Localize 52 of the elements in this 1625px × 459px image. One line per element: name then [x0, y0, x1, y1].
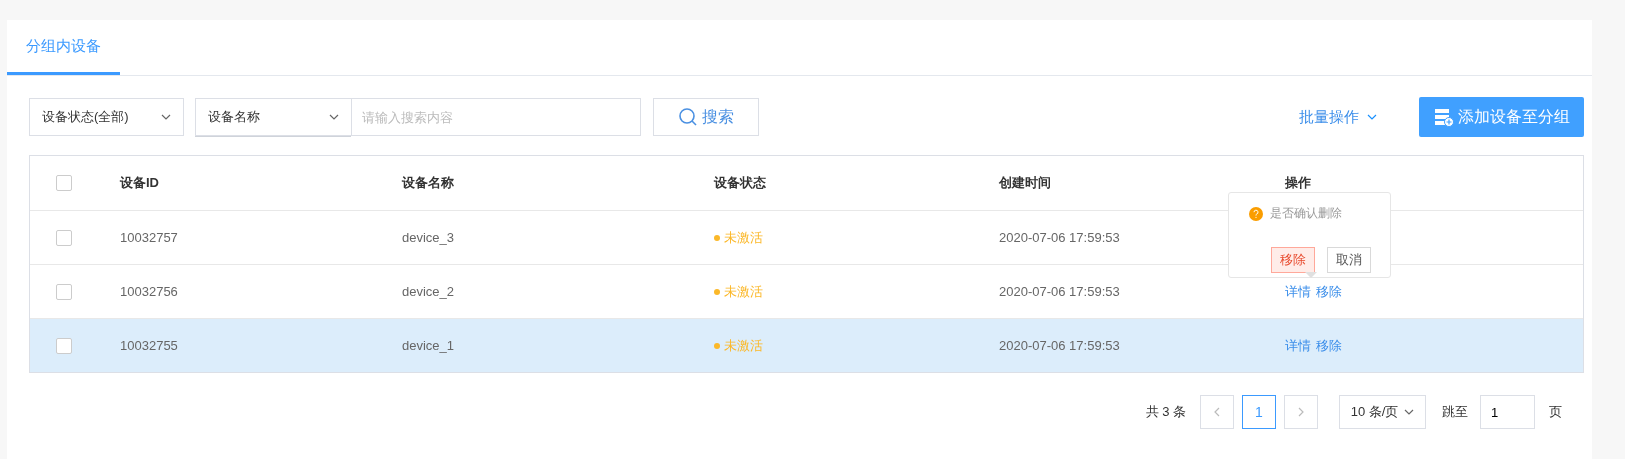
total-count: 共 3 条 [1145, 403, 1186, 421]
table-cell: 2020-07-06 17:59:53 [999, 230, 1120, 245]
question-icon [1249, 206, 1263, 221]
add-button[interactable]: 添加设备至分组 [1419, 97, 1584, 137]
server-add-icon [1433, 107, 1454, 127]
search-button[interactable]: 搜索 [653, 98, 759, 136]
status-text: 未激活 [724, 228, 763, 247]
search-icon [678, 107, 698, 127]
status-text: 未激活 [724, 282, 763, 301]
chevron-down-icon [1404, 409, 1415, 415]
table-cell: device_3 [402, 230, 455, 245]
previous-page-button[interactable] [1200, 395, 1234, 429]
chevron-down-icon [161, 114, 171, 120]
action-link[interactable]: 详情 [1285, 282, 1311, 301]
column-header: 设备ID [120, 175, 159, 190]
column-header: 创建时间 [999, 175, 1051, 190]
column-header: 设备状态 [714, 174, 766, 192]
table-cell: device_1 [402, 338, 455, 353]
chevron-down-icon [1367, 114, 1377, 120]
chevron-left-icon [1214, 407, 1220, 417]
cancel-button[interactable]: 取消 [1327, 247, 1371, 273]
checkbox[interactable] [56, 283, 72, 300]
table-row[interactable]: 10032755 device_1 未激活 2020-07-06 17:59:53 详情 移除 [30, 318, 1583, 372]
table-cell: device_2 [402, 284, 455, 299]
table-cell: 2020-07-06 17:59:53 [999, 338, 1120, 353]
checkbox[interactable] [56, 337, 72, 354]
chevron-down-icon [329, 114, 339, 120]
field-select[interactable]: 设备名称 [195, 98, 351, 136]
column-header: 设备名称 [402, 175, 454, 190]
jump-field[interactable]: 1 [1480, 395, 1535, 429]
confirm-button[interactable]: 移除 [1271, 247, 1315, 273]
checkbox[interactable] [56, 175, 72, 191]
chevron-right-icon [1298, 407, 1304, 417]
status-select[interactable]: 设备状态(全部) [29, 98, 184, 136]
table-cell: 10032757 [120, 230, 178, 245]
status-text: 未激活 [724, 336, 763, 355]
tab[interactable]: 分组内设备 [7, 20, 120, 75]
page-button[interactable]: 1 [1242, 395, 1276, 429]
action-link[interactable]: 移除 [1316, 336, 1342, 355]
column-header: 操作 [1285, 174, 1311, 192]
page-suffix: 页 [1549, 403, 1562, 421]
table-cell: 10032756 [120, 284, 178, 299]
action-link[interactable]: 详情 [1285, 336, 1311, 355]
batch-menu[interactable]: 批量操作 [1293, 106, 1383, 128]
search-field[interactable]: 请输入搜索内容 [351, 98, 641, 136]
action-link[interactable]: 移除 [1316, 282, 1342, 301]
checkbox[interactable] [56, 229, 72, 246]
next-page-button[interactable] [1284, 395, 1318, 429]
table-cell: 2020-07-06 17:59:53 [999, 284, 1120, 299]
jump-label: 跳至 [1442, 403, 1468, 421]
page-size-select[interactable]: 10 条/页 [1339, 395, 1426, 429]
table-cell: 10032755 [120, 338, 178, 353]
